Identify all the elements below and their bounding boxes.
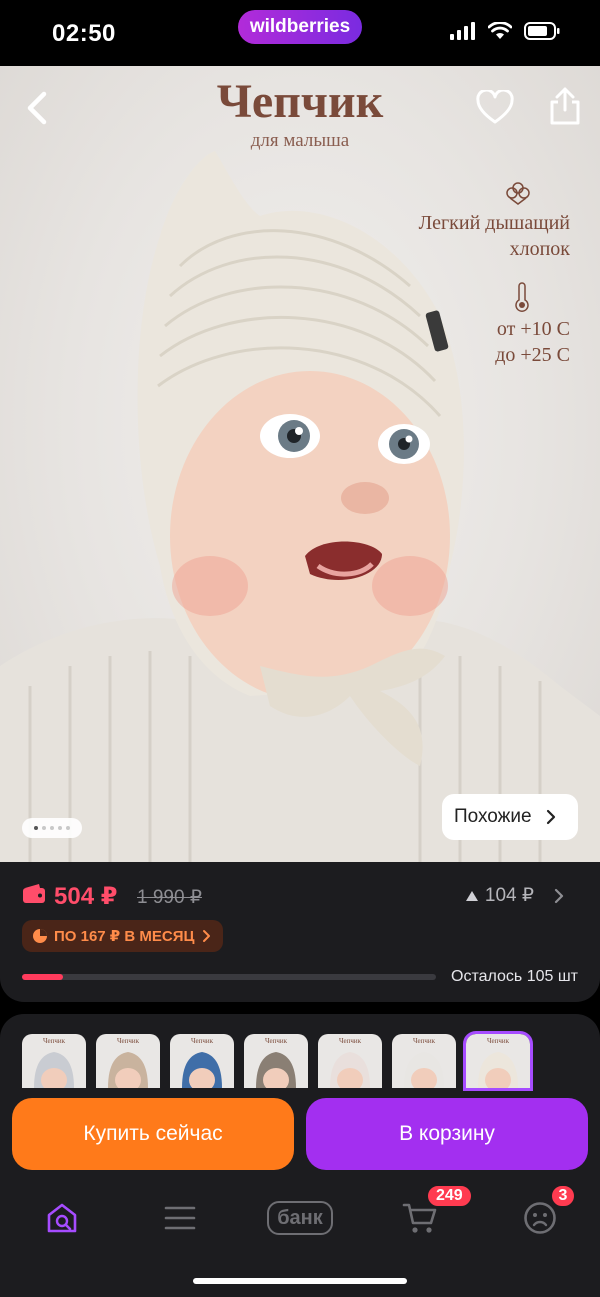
chevron-right-icon	[546, 809, 555, 825]
app-brand-pill: wildberries	[238, 10, 362, 44]
home-search-icon	[47, 1203, 77, 1233]
menu-icon	[164, 1206, 196, 1230]
similar-products-button[interactable]: Похожие	[442, 794, 578, 840]
installment-badge[interactable]: ПО 167 ₽ В МЕСЯЦ	[22, 920, 223, 952]
variant-thumbnail-label: Чепчик	[116, 1037, 140, 1045]
wifi-icon	[488, 22, 512, 39]
feature-cotton-line1: Легкий дышащий	[418, 212, 570, 234]
installment-label: ПО 167 ₽ В МЕСЯЦ	[54, 928, 195, 945]
battery-icon	[524, 22, 560, 40]
variant-thumbnail-label: Чепчик	[42, 1037, 66, 1045]
status-bar: 02:50 wildberries	[0, 0, 600, 66]
variant-thumbnail[interactable]: Чепчик	[318, 1034, 382, 1088]
similar-label: Похожие	[454, 806, 532, 827]
nav-bank[interactable]: банк	[262, 1196, 338, 1240]
nav-home-search[interactable]	[40, 1196, 84, 1240]
stock-remaining: Осталось 105 шт	[451, 968, 578, 985]
variant-thumbnail-label: Чепчик	[486, 1037, 510, 1045]
share-button[interactable]	[548, 86, 582, 126]
variant-thumbnail[interactable]: Чепчик	[96, 1034, 160, 1088]
old-price: 1 990 ₽	[137, 887, 202, 908]
carousel-dot	[42, 826, 46, 830]
price-history-link[interactable]: 104 ₽	[465, 884, 566, 907]
feature-temp-line2: до +25 С	[495, 344, 570, 366]
feature-temp-line1: от +10 С	[496, 318, 570, 340]
pie-chart-icon	[33, 929, 47, 943]
bottom-nav: банк 249 3	[0, 1184, 600, 1250]
stock-progress-fill	[22, 974, 64, 980]
feature-temperature: от +10 С до +25 С	[495, 282, 570, 368]
nav-catalog[interactable]	[158, 1196, 202, 1240]
variant-thumbnail-label: Чепчик	[412, 1037, 436, 1045]
price-delta: 104 ₽	[484, 885, 534, 906]
current-price: 504 ₽	[54, 883, 118, 910]
cotton-flower-icon	[506, 182, 530, 205]
bank-label: банк	[267, 1201, 333, 1235]
add-to-cart-button[interactable]: В корзину	[306, 1098, 588, 1170]
profile-sad-icon	[524, 1202, 556, 1234]
chevron-left-icon	[27, 91, 47, 125]
carousel-dot	[34, 826, 38, 830]
carousel-dot	[58, 826, 62, 830]
variant-thumbnail[interactable]: Чепчик	[392, 1034, 456, 1088]
buy-now-button[interactable]: Купить сейчас	[12, 1098, 294, 1170]
bottom-panel: Чепчик Чепчик Чепчик Чепчик Чепчик Чепчик Чепч…	[0, 1014, 600, 1297]
heart-icon	[476, 88, 514, 124]
thermometer-icon	[515, 282, 529, 312]
variant-thumbnail[interactable]: Чепчик	[22, 1034, 86, 1088]
share-icon	[550, 87, 580, 125]
cart-count-badge: 249	[426, 1184, 473, 1208]
feature-cotton: Легкий дышащий хлопок	[419, 178, 570, 262]
status-time: 02:50	[52, 20, 116, 47]
carousel-dots	[22, 818, 82, 838]
wallet-icon	[23, 884, 45, 903]
variant-thumbnails: Чепчик Чепчик Чепчик Чепчик Чепчик Чепчик Чепч…	[22, 1031, 533, 1091]
chevron-right-icon	[554, 888, 564, 903]
variant-thumbnail-label: Чепчик	[338, 1037, 362, 1045]
variant-thumbnail[interactable]: Чепчик	[170, 1034, 234, 1088]
triangle-up-icon	[465, 890, 478, 901]
variant-thumbnail-label: Чепчик	[264, 1037, 288, 1045]
carousel-dot	[66, 826, 70, 830]
hero-subtitle: для малыша	[250, 130, 350, 151]
product-image-carousel[interactable]: Чепчик для малыша Легкий дышащий хлопок …	[0, 66, 600, 862]
status-icons	[450, 22, 560, 40]
variant-thumbnail[interactable]: Чепчик	[244, 1034, 308, 1088]
stock-progress-bar	[22, 974, 436, 980]
favorite-button[interactable]	[476, 88, 514, 126]
variant-thumbnail[interactable]: Чепчик	[463, 1031, 533, 1091]
carousel-dot	[50, 826, 54, 830]
feature-cotton-line2: хлопок	[509, 238, 570, 260]
back-button[interactable]	[20, 88, 56, 128]
chevron-right-icon	[202, 930, 210, 942]
signal-icon	[450, 22, 475, 40]
price-card: 504 ₽ 1 990 ₽ 104 ₽ ПО 167 ₽ В МЕСЯЦ Ост…	[0, 862, 600, 1002]
profile-notification-badge: 3	[550, 1184, 576, 1208]
home-indicator[interactable]	[193, 1278, 407, 1284]
variant-thumbnail-label: Чепчик	[190, 1037, 214, 1045]
